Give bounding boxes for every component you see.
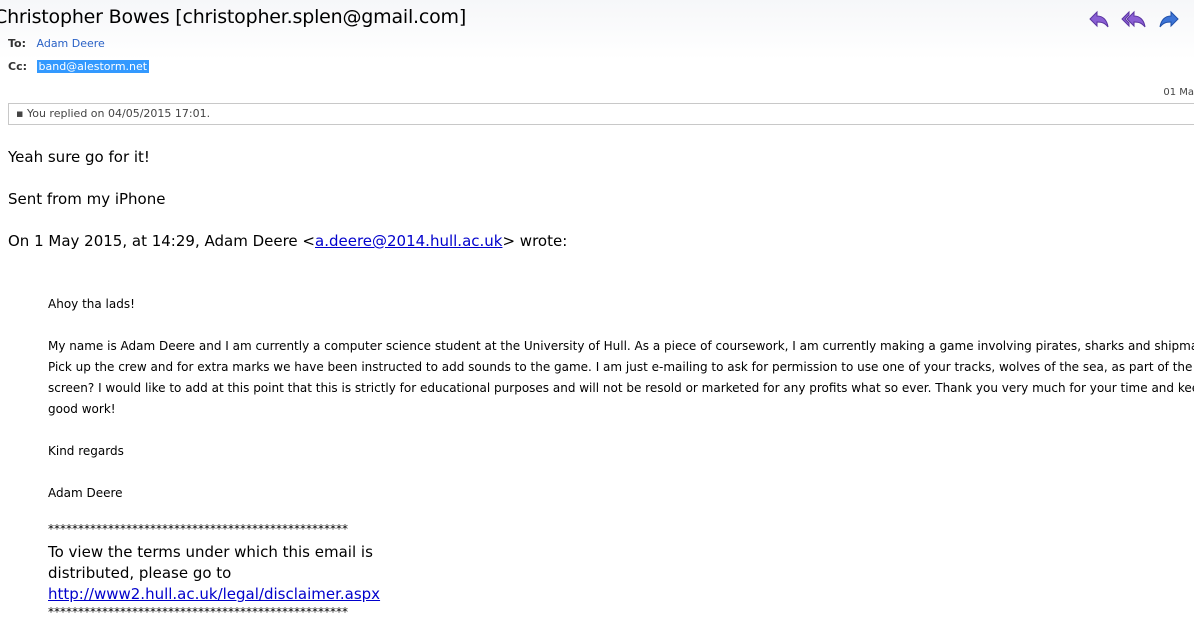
body-line: Yeah sure go for it! [8, 148, 150, 166]
disclaimer-text: To view the terms under which this email… [48, 543, 373, 561]
reply-all-icon[interactable] [1121, 8, 1147, 30]
disclaimer-divider: ****************************************… [48, 605, 348, 619]
quoted-paragraph-line: My name is Adam Deere and I am currently… [48, 339, 1194, 353]
disclaimer-divider: ****************************************… [48, 522, 348, 536]
quoted-greeting: Ahoy tha lads! [48, 297, 135, 311]
quoted-paragraph-line: good work! [48, 402, 116, 416]
message-header: Christopher Bowes [christopher.splen@gma… [0, 0, 1194, 100]
quoted-name: Adam Deere [48, 486, 123, 500]
forward-icon[interactable] [1158, 8, 1180, 30]
quoted-regards: Kind regards [48, 444, 124, 458]
to-recipient[interactable]: Adam Deere [37, 37, 105, 50]
quote-attribution: On 1 May 2015, at 14:29, Adam Deere <a.d… [8, 232, 568, 250]
quoted-paragraph-line: Pick up the crew and for extra marks we … [48, 360, 1194, 374]
replied-notice: ▪ You replied on 04/05/2015 17:01. [8, 103, 1194, 125]
quoted-paragraph-line: screen? I would like to add at this poin… [48, 381, 1194, 395]
to-row: To: Adam Deere [8, 37, 105, 50]
message-actions [1088, 8, 1180, 30]
signature-line: Sent from my iPhone [8, 190, 166, 208]
cc-row: Cc: band@alestorm.net [8, 60, 150, 73]
disclaimer-text: distributed, please go to [48, 564, 232, 582]
received-date: 01 Ma [1163, 87, 1194, 98]
cc-recipient[interactable]: band@alestorm.net [36, 60, 150, 73]
sender-name: Christopher Bowes [christopher.splen@gma… [0, 6, 467, 28]
disclaimer-link[interactable]: http://www2.hull.ac.uk/legal/disclaimer.… [48, 585, 380, 603]
sender-email-link[interactable]: a.deere@2014.hull.ac.uk [315, 232, 502, 250]
cc-label: Cc: [8, 60, 27, 73]
disclaimer-link-row: http://www2.hull.ac.uk/legal/disclaimer.… [48, 584, 380, 605]
reply-icon[interactable] [1088, 8, 1110, 30]
to-label: To: [8, 37, 26, 50]
info-bullet-icon: ▪ [16, 107, 27, 120]
